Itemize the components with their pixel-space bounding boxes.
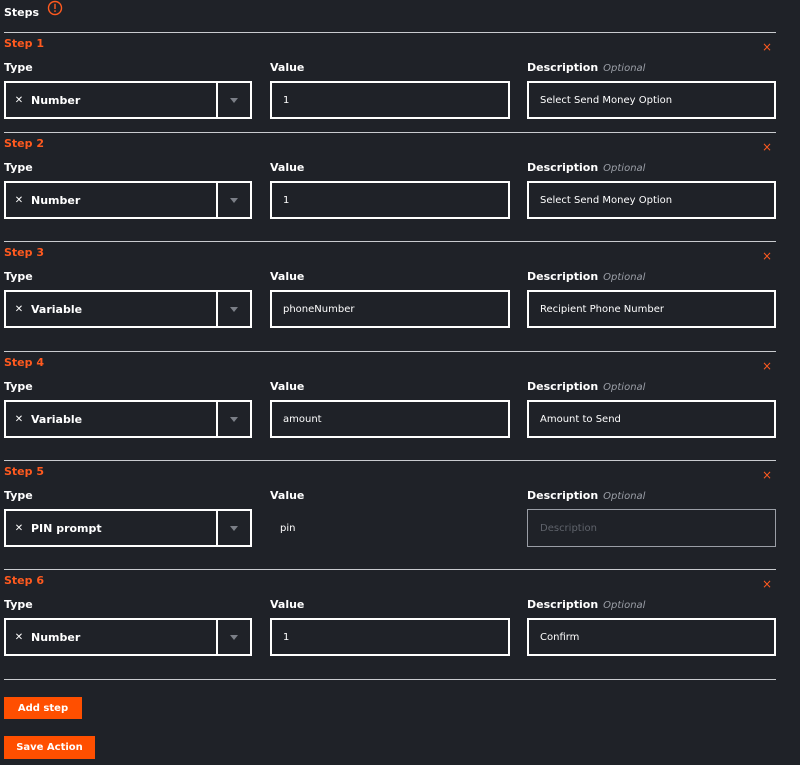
clear-icon[interactable]: ✕ (13, 95, 25, 106)
step-5: Step 5 × Type Value Description Optional … (4, 460, 776, 569)
value-input[interactable]: amount (270, 400, 510, 438)
close-icon[interactable]: × (762, 469, 772, 481)
add-step-button[interactable]: Add step (4, 697, 82, 719)
type-select[interactable]: ✕ Number (4, 81, 252, 119)
type-select-value: Variable (31, 412, 83, 426)
type-select-value: Number (31, 93, 81, 107)
clear-icon[interactable]: ✕ (13, 414, 25, 425)
value-label: Value (270, 489, 305, 502)
step-label: Step 6 (4, 574, 44, 587)
chevron-down-icon[interactable] (218, 620, 250, 654)
steps-title: Steps (4, 5, 40, 19)
optional-label: Optional (603, 600, 646, 611)
type-label: Type (4, 270, 33, 283)
chevron-down-icon[interactable] (218, 83, 250, 117)
step-2: Step 2 × Type Value Description Optional … (4, 132, 776, 241)
chevron-down-icon[interactable] (218, 183, 250, 217)
value-input[interactable]: 1 (270, 81, 510, 119)
chevron-down-icon[interactable] (218, 292, 250, 326)
type-select-value: PIN prompt (31, 521, 102, 535)
close-icon[interactable]: × (762, 41, 772, 53)
description-input[interactable]: Description (527, 509, 776, 547)
description-input[interactable]: Recipient Phone Number (527, 290, 776, 328)
type-label: Type (4, 161, 33, 174)
type-label: Type (4, 61, 33, 74)
optional-label: Optional (603, 491, 646, 502)
value-label: Value (270, 270, 305, 283)
value-input[interactable]: phoneNumber (270, 290, 510, 328)
optional-label: Optional (603, 163, 646, 174)
description-label: Description Optional (527, 598, 646, 611)
clear-icon[interactable]: ✕ (13, 523, 25, 534)
type-select-value: Variable (31, 302, 83, 316)
chevron-down-icon[interactable] (218, 511, 250, 545)
step-label: Step 5 (4, 465, 44, 478)
type-select[interactable]: ✕ Number (4, 618, 252, 656)
value-input[interactable]: 1 (270, 181, 510, 219)
divider (4, 679, 776, 680)
close-icon[interactable]: × (762, 250, 772, 262)
description-input[interactable]: Confirm (527, 618, 776, 656)
save-action-button[interactable]: Save Action (4, 736, 95, 759)
type-select[interactable]: ✕ Variable (4, 400, 252, 438)
step-label: Step 1 (4, 37, 44, 50)
value-text: pin (280, 522, 296, 534)
description-label: Description Optional (527, 489, 646, 502)
chevron-down-icon[interactable] (218, 402, 250, 436)
type-select-value: Number (31, 193, 81, 207)
optional-label: Optional (603, 63, 646, 74)
value-label: Value (270, 598, 305, 611)
value-label: Value (270, 61, 305, 74)
close-icon[interactable]: × (762, 141, 772, 153)
type-select-value: Number (31, 630, 81, 644)
description-input[interactable]: Select Send Money Option (527, 81, 776, 119)
clear-icon[interactable]: ✕ (13, 304, 25, 315)
optional-label: Optional (603, 272, 646, 283)
step-4: Step 4 × Type Value Description Optional … (4, 351, 776, 460)
step-6: Step 6 × Type Value Description Optional … (4, 569, 776, 678)
description-label: Description Optional (527, 61, 646, 74)
steps-header: Steps (4, 4, 39, 20)
step-3: Step 3 × Type Value Description Optional … (4, 241, 776, 350)
description-label: Description Optional (527, 161, 646, 174)
type-label: Type (4, 598, 33, 611)
description-label: Description Optional (527, 270, 646, 283)
type-label: Type (4, 380, 33, 393)
step-label: Step 4 (4, 356, 44, 369)
type-label: Type (4, 489, 33, 502)
description-input[interactable]: Select Send Money Option (527, 181, 776, 219)
close-icon[interactable]: × (762, 578, 772, 590)
info-icon[interactable] (47, 0, 63, 16)
type-select[interactable]: ✕ Variable (4, 290, 252, 328)
step-label: Step 2 (4, 137, 44, 150)
type-select[interactable]: ✕ Number (4, 181, 252, 219)
step-1: Step 1 × Type Value Description Optional … (4, 32, 776, 141)
description-label: Description Optional (527, 380, 646, 393)
step-label: Step 3 (4, 246, 44, 259)
clear-icon[interactable]: ✕ (13, 195, 25, 206)
clear-icon[interactable]: ✕ (13, 632, 25, 643)
optional-label: Optional (603, 382, 646, 393)
value-label: Value (270, 161, 305, 174)
value-input[interactable]: 1 (270, 618, 510, 656)
close-icon[interactable]: × (762, 360, 772, 372)
value-label: Value (270, 380, 305, 393)
steps-editor: Steps Step 1 × Type Value Description Opt… (0, 0, 800, 765)
type-select[interactable]: ✕ PIN prompt (4, 509, 252, 547)
description-input[interactable]: Amount to Send (527, 400, 776, 438)
